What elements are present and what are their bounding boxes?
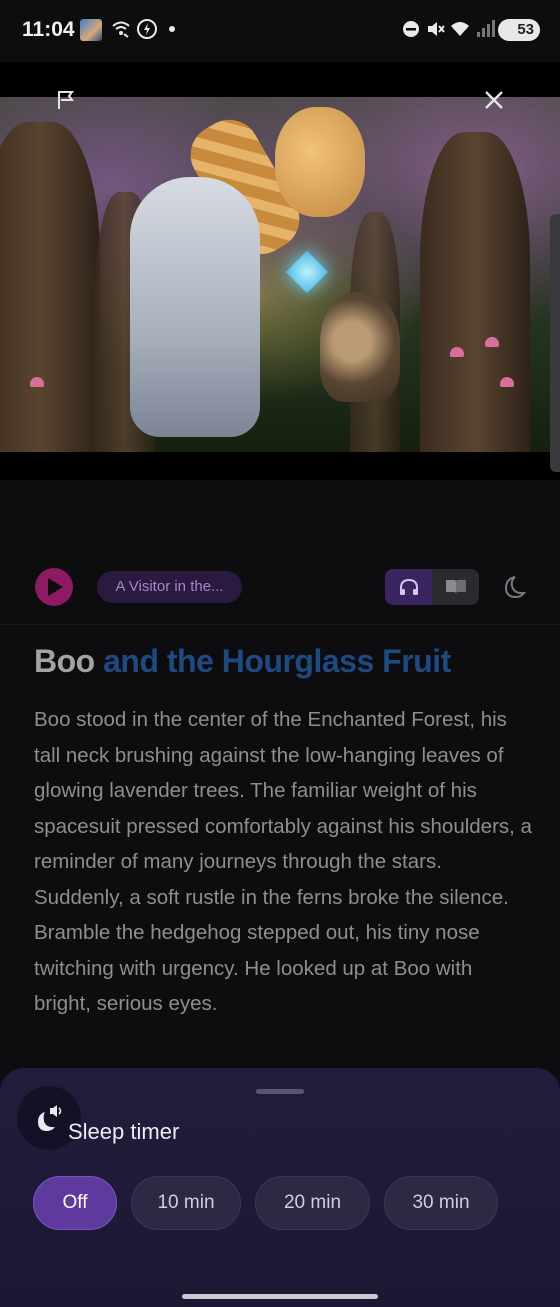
chapter-pill[interactable]: A Visitor in the... <box>97 571 242 603</box>
book-icon <box>446 580 466 594</box>
battery-level: 53 <box>517 21 534 38</box>
story-body: Boo stood in the center of the Enchanted… <box>34 708 532 1015</box>
timer-option-20-min[interactable]: 20 min <box>255 1176 370 1230</box>
play-button[interactable] <box>35 568 73 606</box>
title-name: Boo <box>34 643 95 679</box>
listen-mode-button[interactable] <box>385 569 432 605</box>
close-icon[interactable] <box>482 88 506 112</box>
power-saving-icon <box>136 18 158 40</box>
flag-icon[interactable] <box>56 90 76 110</box>
dot-icon <box>163 18 185 40</box>
do-not-disturb-icon <box>400 18 422 40</box>
timer-option-10-min[interactable]: 10 min <box>131 1176 241 1230</box>
signal-icon <box>474 18 496 40</box>
wifi-calling-icon <box>110 18 132 40</box>
scroll-handle[interactable] <box>550 214 560 472</box>
moon-icon[interactable] <box>500 574 527 600</box>
mute-icon <box>424 18 446 40</box>
gesture-nav-bar[interactable] <box>182 1294 378 1299</box>
mode-toggle <box>385 569 479 605</box>
divider <box>0 624 560 625</box>
story-illustration <box>0 97 560 452</box>
title-highlight: and the Hourglass Fruit <box>94 643 451 679</box>
status-time: 11:04 <box>22 18 75 41</box>
battery-icon: 53 <box>498 19 540 41</box>
story-title: Boo and the Hourglass Fruit <box>34 643 534 680</box>
sheet-drag-handle[interactable] <box>256 1089 304 1094</box>
avatar-icon <box>80 19 102 41</box>
timer-option-30-min[interactable]: 30 min <box>384 1176 498 1230</box>
read-mode-button[interactable] <box>432 569 479 605</box>
wifi-icon <box>449 18 471 40</box>
timer-option-off[interactable]: Off <box>33 1176 117 1230</box>
headphones-icon <box>400 578 418 595</box>
sleep-timer-title: Sleep timer <box>68 1119 180 1144</box>
play-icon <box>48 578 63 596</box>
